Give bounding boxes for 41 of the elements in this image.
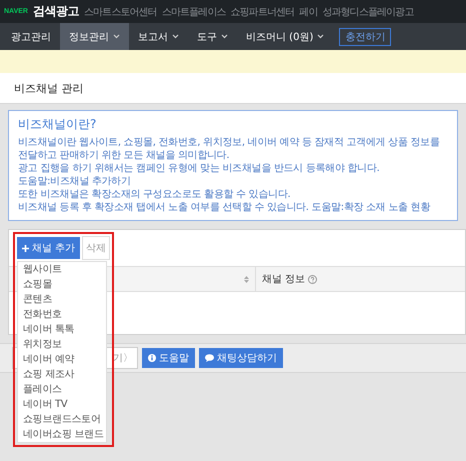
product-title[interactable]: 검색광고	[32, 3, 79, 20]
nav-tab[interactable]: 보고서	[129, 23, 188, 50]
menu-item[interactable]: 네이버 톡톡	[23, 323, 74, 336]
sort-icon[interactable]	[244, 276, 249, 282]
speech-bubble-icon	[205, 354, 214, 362]
menu-item[interactable]: 웹사이트	[23, 263, 62, 276]
nav-tab[interactable]: 광고관리	[2, 23, 60, 50]
menu-item[interactable]: 전화번호	[23, 308, 62, 321]
menu-item[interactable]: 쇼핑브랜드스토어	[23, 413, 101, 426]
info-text: 비즈채널이란 웹사이트, 쇼핑몰, 전화번호, 위치정보, 네이버 예약 등 잠재적 고객에게 상품 정보를 전달하고 판매하기 위한 모든 채널을 의미합니다.	[18, 136, 440, 162]
menu-item[interactable]: 네이버쇼핑 브랜드	[23, 428, 104, 441]
menu-item[interactable]: 위치정보	[23, 338, 62, 351]
help-icon[interactable]	[308, 274, 318, 284]
service-link[interactable]: 쇼핑파트너센터	[230, 4, 294, 18]
menu-item[interactable]: 쇼핑 제조사	[23, 368, 74, 381]
info-text: 비즈채널 등록 후 확장소재 탭에서 노출 여부를 선택할 수 있습니다. 도움말:확장 소재 노출 현황	[18, 201, 432, 214]
nav-tab[interactable]: 도구	[188, 23, 237, 50]
help-link[interactable]: 도움말:확장 소재 노출 현황	[312, 202, 430, 213]
menu-item[interactable]: 플레이스	[23, 383, 62, 396]
info-icon	[148, 354, 156, 362]
help-button[interactable]: 도움말	[142, 348, 195, 368]
nav-tab[interactable]: 비즈머니 (0원)	[237, 23, 334, 50]
plus-icon	[22, 244, 29, 252]
menu-item[interactable]: 네이버 TV	[23, 398, 68, 411]
info-title: 비즈채널이란?	[18, 116, 98, 133]
column-header: 채널 정보	[262, 273, 306, 286]
menu-item[interactable]: 네이버 예약	[23, 353, 74, 366]
page-title: 비즈채널 관리	[14, 80, 84, 96]
service-link[interactable]: 스마트스토어센터	[84, 4, 157, 18]
info-text: 또한 비즈채널은 확장소재의 구성요소로도 활용할 수 있습니다.	[18, 188, 292, 201]
nav-tab[interactable]: 정보관리	[60, 23, 129, 50]
service-link[interactable]: 페이	[299, 4, 318, 18]
help-link[interactable]: 도움말:비즈채널 추가하기	[18, 176, 131, 187]
charge-button[interactable]: 충전하기	[339, 28, 392, 46]
service-link[interactable]: 성과형디스플레이광고	[322, 4, 414, 18]
service-link[interactable]: 스마트플레이스	[162, 4, 226, 18]
add-channel-button[interactable]: 채널 추가	[17, 237, 80, 259]
chat-button[interactable]: 채팅상담하기	[199, 348, 283, 368]
info-text: 광고 집행을 하기 위해서는 캠페인 유형에 맞는 비즈채널을 반드시 등록해야 합니다. 도움말:비즈채널 추가하기	[18, 162, 380, 188]
menu-item[interactable]: 쇼핑몰	[23, 278, 52, 291]
menu-item[interactable]: 콘텐츠	[23, 293, 52, 306]
